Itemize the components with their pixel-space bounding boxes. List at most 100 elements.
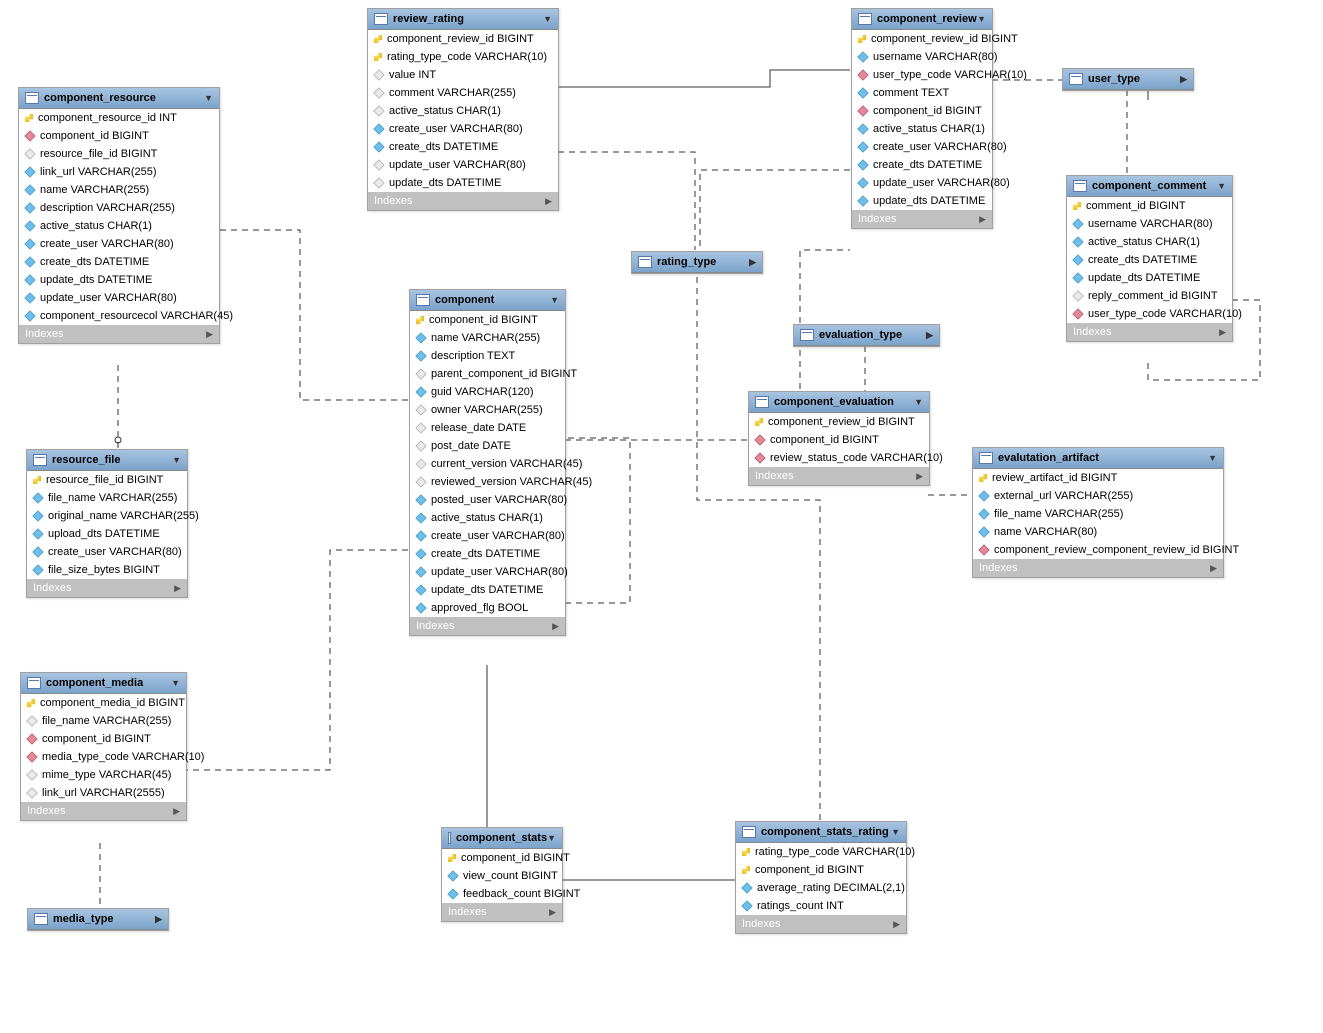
- column-row[interactable]: create_user VARCHAR(80): [368, 120, 558, 138]
- table-header[interactable]: resource_file▼: [27, 450, 187, 471]
- table-component_evaluation[interactable]: component_evaluation▼component_review_id…: [748, 391, 930, 486]
- column-row[interactable]: current_version VARCHAR(45): [410, 455, 565, 473]
- column-row[interactable]: external_url VARCHAR(255): [973, 487, 1223, 505]
- column-row[interactable]: file_name VARCHAR(255): [27, 489, 187, 507]
- table-component_stats_rating[interactable]: component_stats_rating▼rating_type_code …: [735, 821, 907, 934]
- chevron-right-icon[interactable]: ▶: [206, 329, 213, 340]
- column-row[interactable]: name VARCHAR(80): [973, 523, 1223, 541]
- column-row[interactable]: component_resourcecol VARCHAR(45): [19, 307, 219, 325]
- table-review_rating[interactable]: review_rating▼component_review_id BIGINT…: [367, 8, 559, 211]
- table-component_resource[interactable]: component_resource▼component_resource_id…: [18, 87, 220, 344]
- table-header[interactable]: component_stats▼: [442, 828, 562, 849]
- table-header[interactable]: evaluation_type▶: [794, 325, 939, 346]
- column-row[interactable]: parent_component_id BIGINT: [410, 365, 565, 383]
- chevron-right-icon[interactable]: ▶: [1219, 327, 1226, 338]
- column-row[interactable]: component_id BIGINT: [19, 127, 219, 145]
- column-row[interactable]: username VARCHAR(80): [852, 48, 992, 66]
- column-row[interactable]: feedback_count BIGINT: [442, 885, 562, 903]
- chevron-right-icon[interactable]: ▶: [1180, 74, 1187, 85]
- table-header[interactable]: component_evaluation▼: [749, 392, 929, 413]
- column-row[interactable]: create_dts DATETIME: [852, 156, 992, 174]
- column-row[interactable]: update_user VARCHAR(80): [410, 563, 565, 581]
- indexes-row[interactable]: Indexes▶: [368, 192, 558, 210]
- indexes-row[interactable]: Indexes▶: [442, 903, 562, 921]
- column-row[interactable]: name VARCHAR(255): [19, 181, 219, 199]
- column-row[interactable]: active_status CHAR(1): [1067, 233, 1232, 251]
- table-resource_file[interactable]: resource_file▼resource_file_id BIGINTfil…: [26, 449, 188, 598]
- table-header[interactable]: rating_type▶: [632, 252, 762, 273]
- column-row[interactable]: upload_dts DATETIME: [27, 525, 187, 543]
- indexes-row[interactable]: Indexes▶: [852, 210, 992, 228]
- table-header[interactable]: component_comment▼: [1067, 176, 1232, 197]
- column-row[interactable]: update_dts DATETIME: [410, 581, 565, 599]
- chevron-right-icon[interactable]: ▶: [749, 257, 756, 268]
- chevron-right-icon[interactable]: ▶: [979, 214, 986, 225]
- column-row[interactable]: average_rating DECIMAL(2,1): [736, 879, 906, 897]
- column-row[interactable]: component_review_id BIGINT: [368, 30, 558, 48]
- table-evalutation_artifact[interactable]: evalutation_artifact▼review_artifact_id …: [972, 447, 1224, 578]
- column-row[interactable]: approved_flg BOOL: [410, 599, 565, 617]
- table-media_type[interactable]: media_type▶: [27, 908, 169, 931]
- indexes-row[interactable]: Indexes▶: [410, 617, 565, 635]
- column-row[interactable]: component_id BIGINT: [852, 102, 992, 120]
- chevron-down-icon[interactable]: ▼: [977, 14, 986, 24]
- column-row[interactable]: name VARCHAR(255): [410, 329, 565, 347]
- column-row[interactable]: description VARCHAR(255): [19, 199, 219, 217]
- column-row[interactable]: component_review_id BIGINT: [749, 413, 929, 431]
- column-row[interactable]: rating_type_code VARCHAR(10): [736, 843, 906, 861]
- column-row[interactable]: component_id BIGINT: [21, 730, 186, 748]
- column-row[interactable]: update_user VARCHAR(80): [852, 174, 992, 192]
- table-component[interactable]: component▼component_id BIGINTname VARCHA…: [409, 289, 566, 636]
- column-row[interactable]: create_dts DATETIME: [410, 545, 565, 563]
- column-row[interactable]: create_user VARCHAR(80): [852, 138, 992, 156]
- chevron-right-icon[interactable]: ▶: [916, 471, 923, 482]
- column-row[interactable]: user_type_code VARCHAR(10): [852, 66, 992, 84]
- chevron-down-icon[interactable]: ▼: [204, 93, 213, 103]
- column-row[interactable]: original_name VARCHAR(255): [27, 507, 187, 525]
- table-component_media[interactable]: component_media▼component_media_id BIGIN…: [20, 672, 187, 821]
- column-row[interactable]: owner VARCHAR(255): [410, 401, 565, 419]
- chevron-down-icon[interactable]: ▼: [1217, 181, 1226, 191]
- column-row[interactable]: post_date DATE: [410, 437, 565, 455]
- table-component_stats[interactable]: component_stats▼component_id BIGINTview_…: [441, 827, 563, 922]
- column-row[interactable]: create_dts DATETIME: [1067, 251, 1232, 269]
- table-header[interactable]: evalutation_artifact▼: [973, 448, 1223, 469]
- column-row[interactable]: component_id BIGINT: [736, 861, 906, 879]
- table-header[interactable]: user_type▶: [1063, 69, 1193, 90]
- chevron-right-icon[interactable]: ▶: [173, 806, 180, 817]
- column-row[interactable]: comment TEXT: [852, 84, 992, 102]
- column-row[interactable]: component_id BIGINT: [442, 849, 562, 867]
- chevron-down-icon[interactable]: ▼: [172, 455, 181, 465]
- column-row[interactable]: reviewed_version VARCHAR(45): [410, 473, 565, 491]
- column-row[interactable]: create_dts DATETIME: [19, 253, 219, 271]
- column-row[interactable]: review_status_code VARCHAR(10): [749, 449, 929, 467]
- column-row[interactable]: update_dts DATETIME: [368, 174, 558, 192]
- indexes-row[interactable]: Indexes▶: [27, 579, 187, 597]
- table-component_comment[interactable]: component_comment▼comment_id BIGINTusern…: [1066, 175, 1233, 342]
- table-header[interactable]: component_review▼: [852, 9, 992, 30]
- table-header[interactable]: review_rating▼: [368, 9, 558, 30]
- column-row[interactable]: update_dts DATETIME: [1067, 269, 1232, 287]
- chevron-down-icon[interactable]: ▼: [543, 14, 552, 24]
- column-row[interactable]: link_url VARCHAR(2555): [21, 784, 186, 802]
- column-row[interactable]: file_name VARCHAR(255): [21, 712, 186, 730]
- table-rating_type[interactable]: rating_type▶: [631, 251, 763, 274]
- indexes-row[interactable]: Indexes▶: [19, 325, 219, 343]
- table-evaluation_type[interactable]: evaluation_type▶: [793, 324, 940, 347]
- column-row[interactable]: component_review_id BIGINT: [852, 30, 992, 48]
- chevron-right-icon[interactable]: ▶: [926, 330, 933, 341]
- chevron-right-icon[interactable]: ▶: [552, 621, 559, 632]
- indexes-row[interactable]: Indexes▶: [21, 802, 186, 820]
- table-header[interactable]: component▼: [410, 290, 565, 311]
- chevron-right-icon[interactable]: ▶: [155, 914, 162, 925]
- column-row[interactable]: update_dts DATETIME: [852, 192, 992, 210]
- indexes-row[interactable]: Indexes▶: [749, 467, 929, 485]
- table-header[interactable]: media_type▶: [28, 909, 168, 930]
- chevron-down-icon[interactable]: ▼: [914, 397, 923, 407]
- column-row[interactable]: active_status CHAR(1): [410, 509, 565, 527]
- column-row[interactable]: component_resource_id INT: [19, 109, 219, 127]
- column-row[interactable]: username VARCHAR(80): [1067, 215, 1232, 233]
- chevron-right-icon[interactable]: ▶: [174, 583, 181, 594]
- indexes-row[interactable]: Indexes▶: [973, 559, 1223, 577]
- column-row[interactable]: review_artifact_id BIGINT: [973, 469, 1223, 487]
